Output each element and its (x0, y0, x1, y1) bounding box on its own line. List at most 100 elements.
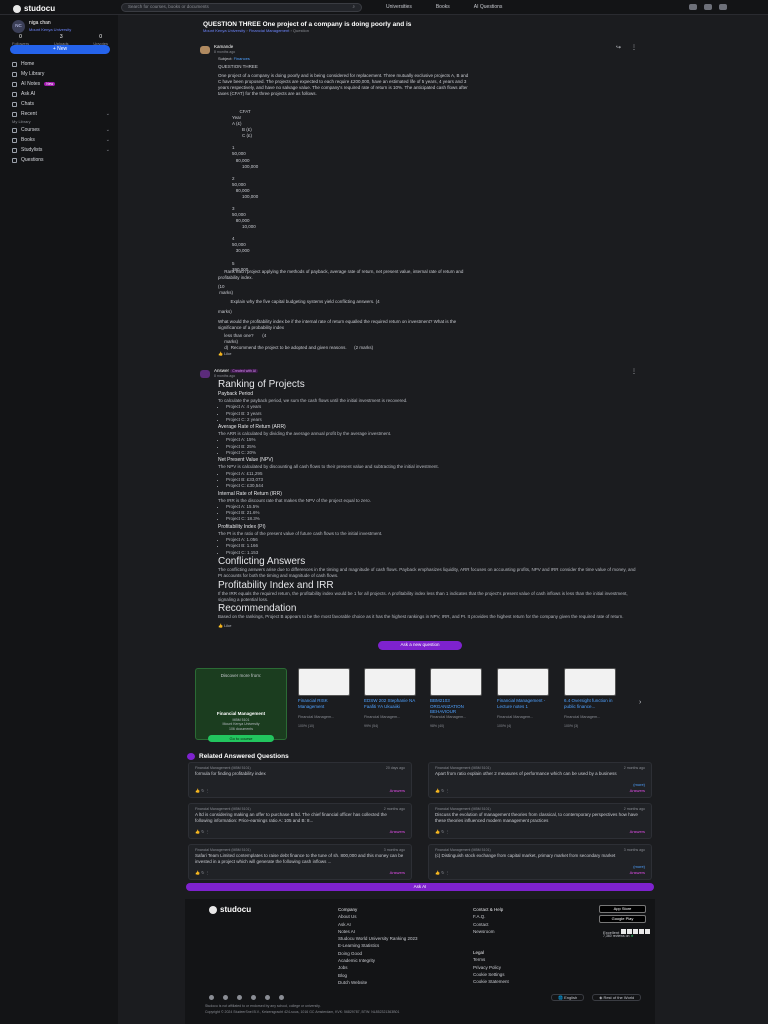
ask-new-question-button[interactable]: Ask a new question (378, 641, 462, 650)
review-count[interactable]: 7,360 reviews on ★ (603, 934, 634, 939)
answers-link[interactable]: Answers (630, 788, 645, 794)
chat-icon[interactable] (704, 4, 712, 10)
app-store-button[interactable]: App Store (599, 905, 646, 913)
linkedin-icon[interactable] (251, 995, 256, 1000)
vote-icons[interactable]: 👍 ↻ ⋮ (435, 870, 450, 876)
document-card[interactable]: EDSW 202 Stephanie NA Faafiti YA Ukuaiik… (362, 668, 420, 740)
related-question-text[interactable]: formula for finding profitability index (195, 771, 405, 788)
related-question-card[interactable]: Financial Management (MBM 5101) 3 months … (188, 844, 412, 880)
instagram-icon[interactable] (223, 995, 228, 1000)
footer-link[interactable]: Doing Good (338, 950, 417, 957)
facebook-icon[interactable] (209, 995, 214, 1000)
footer-link[interactable]: Privacy Policy (473, 964, 509, 971)
related-question-card[interactable]: Financial Management (MBM 5101) 2 months … (428, 762, 652, 798)
related-question-card[interactable]: Financial Management (MBM 5101) 3 months … (428, 844, 652, 880)
chevron-down-icon[interactable]: ⌄ (106, 147, 110, 154)
related-question-card[interactable]: Financial Management (MBM 5101) 2 months … (188, 803, 412, 839)
document-card[interactable]: BBM2103 ORGANIZATION BEHAVIOUR Financial … (428, 668, 486, 740)
footer-logo[interactable]: studocu (209, 904, 251, 915)
footer-link[interactable]: Newsroom (473, 928, 509, 935)
nav-universities[interactable]: Universities (386, 4, 412, 11)
document-title[interactable]: BBM2103 ORGANIZATION BEHAVIOUR (430, 698, 484, 715)
account-menu-icon[interactable] (719, 4, 727, 10)
like-button[interactable]: 👍 Like (218, 351, 231, 356)
sidebar-item-recent[interactable]: Recent ⌄ (12, 109, 110, 119)
nav-books[interactable]: Books (436, 4, 450, 11)
related-question-card[interactable]: Financial Management (MBM 5101) 2 months … (428, 803, 652, 839)
vote-icons[interactable]: 👍 ↻ ⋮ (435, 788, 450, 794)
sidebar-item-questions[interactable]: Questions (12, 155, 110, 165)
related-question-text[interactable]: Discuss the evolution of management theo… (435, 812, 645, 829)
answers-link[interactable]: Answers (390, 870, 405, 876)
more-link[interactable]: (more) (633, 782, 645, 788)
studocu-logo[interactable]: studocu (13, 3, 55, 14)
more-options-icon[interactable]: ⋮ (631, 368, 637, 376)
notifications-icon[interactable] (689, 4, 697, 10)
sidebar-item-ask-ai[interactable]: Ask AI (12, 89, 110, 99)
sidebar-item-chats[interactable]: Chats (12, 99, 110, 109)
google-play-button[interactable]: Google Play (599, 915, 646, 923)
answers-link[interactable]: Answers (390, 788, 405, 794)
sidebar-item-ai-notes[interactable]: AI Notes New (12, 79, 110, 89)
footer-link[interactable]: Dutch Website (338, 979, 417, 986)
discover-course-card[interactable]: Discover more from: Financial Management… (195, 668, 287, 743)
answers-link[interactable]: Answers (390, 829, 405, 835)
footer-link[interactable]: Academic Integrity (338, 957, 417, 964)
footer-link[interactable]: F.A.Q. (473, 913, 509, 920)
vote-icons[interactable]: 👍 ↻ ⋮ (195, 870, 210, 876)
related-question-text[interactable]: Apart from ratio explain other 2 measure… (435, 771, 645, 788)
vote-icons[interactable]: 👍 ↻ ⋮ (195, 788, 210, 794)
related-question-text[interactable]: (c) Distinguish stock exchange from capi… (435, 853, 645, 870)
subject-link[interactable]: Finances (234, 56, 250, 61)
document-title[interactable]: EDSW 202 Stephanie NA Faafiti YA Ukuaiik… (364, 698, 418, 715)
crumb-university[interactable]: Mount Kenya University (203, 28, 245, 33)
footer-link[interactable]: Jobs (338, 964, 417, 971)
footer-link[interactable]: Terms (473, 956, 509, 963)
answers-link[interactable]: Answers (630, 870, 645, 876)
youtube-icon[interactable] (279, 995, 284, 1000)
footer-link[interactable]: Cookie Statement (473, 978, 509, 985)
chevron-down-icon[interactable]: ⌄ (106, 137, 110, 144)
crumb-course[interactable]: Financial Management (249, 28, 289, 33)
answers-link[interactable]: Answers (630, 829, 645, 835)
footer-link[interactable]: Contact (473, 921, 509, 928)
related-question-card[interactable]: Financial Management (MBM 5101) 20 days a… (188, 762, 412, 798)
ask-ai-bar[interactable]: Ask AI (186, 883, 654, 891)
footer-link[interactable]: Blog (338, 972, 417, 979)
sidebar-item-courses[interactable]: Courses ⌄ (12, 125, 110, 135)
language-select[interactable]: 🌐 English (551, 994, 585, 1001)
profile[interactable]: NC niga chan Mount Kenya University (12, 20, 71, 33)
chevron-down-icon[interactable]: ⌄ (106, 111, 110, 118)
footer-link[interactable]: Studocu World University Ranking 2023 (338, 935, 417, 942)
document-title[interactable]: Financial Management - Lecture notes 1 (497, 698, 551, 715)
chevron-down-icon[interactable]: ⌄ (106, 127, 110, 134)
more-options-icon[interactable]: ⋮ (631, 44, 637, 52)
nav-ai-questions[interactable]: AI Questions (474, 4, 503, 11)
vote-icons[interactable]: 👍 ↻ ⋮ (195, 829, 210, 835)
document-card[interactable]: Financial Management - Lecture notes 1 Fi… (495, 668, 553, 740)
document-title[interactable]: 6.4 Oversight function in public finance… (564, 698, 618, 715)
go-to-course-button[interactable]: Go to course (208, 735, 274, 743)
search-input[interactable]: Search for courses, books or documents ⌕ (121, 3, 362, 12)
search-icon[interactable]: ⌕ (352, 4, 355, 10)
carousel-next-icon[interactable]: › (639, 698, 641, 708)
footer-link[interactable]: Ask AI (338, 921, 417, 928)
footer-link[interactable]: About Us (338, 913, 417, 920)
new-button[interactable]: + New (10, 45, 110, 54)
related-question-text[interactable]: Safari Team Limited contemplates to rais… (195, 853, 405, 870)
footer-link[interactable]: Cookie Settings (473, 971, 509, 978)
document-card[interactable]: 6.4 Oversight function in public finance… (562, 668, 620, 740)
share-icon[interactable]: ↪ (616, 44, 621, 52)
document-title[interactable]: Financial RISK Management (298, 698, 352, 715)
more-link[interactable]: (more) (633, 864, 645, 870)
sidebar-item-books[interactable]: Books ⌄ (12, 135, 110, 145)
document-card[interactable]: Financial RISK Management Financial Manag… (296, 668, 354, 740)
like-button[interactable]: 👍 Like (218, 623, 638, 629)
footer-link[interactable]: Notes AI (338, 928, 417, 935)
tiktok-icon[interactable] (237, 995, 242, 1000)
sidebar-item-studylists[interactable]: Studylists ⌄ (12, 145, 110, 155)
region-select[interactable]: ◈ Rest of the World (592, 994, 642, 1001)
vote-icons[interactable]: 👍 ↻ ⋮ (435, 829, 450, 835)
related-question-text[interactable]: A ltd is considering making an offer to … (195, 812, 405, 829)
footer-link[interactable]: E-Learning Statistics (338, 942, 417, 949)
